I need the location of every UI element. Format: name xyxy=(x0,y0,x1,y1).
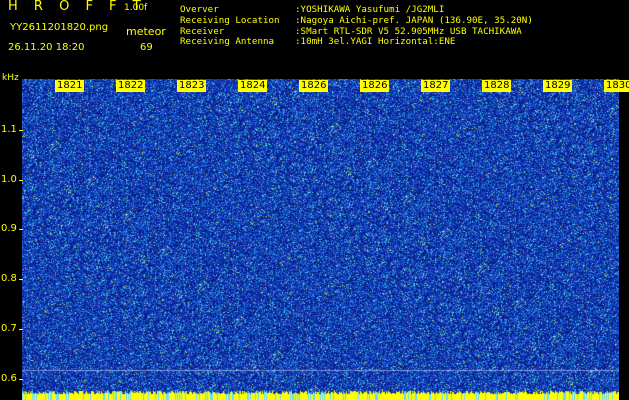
y-tick-label: 0.8 xyxy=(1,273,17,284)
y-tick-mark xyxy=(19,180,23,181)
meteor-label: meteor xyxy=(126,25,166,38)
y-tick-label: 0.7 xyxy=(1,323,17,334)
meteor-count: 69 xyxy=(140,42,153,53)
x-tick-label: 1829 xyxy=(543,80,573,92)
station-info: Overver :YOSHIKAWA Yasufumi /JG2MLI Rece… xyxy=(180,4,533,48)
y-tick-label: 1.0 xyxy=(1,174,17,185)
x-tick-label: 1830 xyxy=(604,80,629,92)
y-tick-label: 1.1 xyxy=(1,124,17,135)
y-tick-mark xyxy=(19,229,23,230)
x-tick-label: 1823 xyxy=(177,80,207,92)
info-value: :10mH 3el.YAGI Horizontal:ENE xyxy=(295,36,456,48)
y-tick-mark xyxy=(19,279,23,280)
y-tick-mark xyxy=(19,130,23,131)
info-row-location: Receiving Location :Nagoya Aichi-pref. J… xyxy=(180,14,533,27)
info-value: :Nagoya Aichi-pref. JAPAN (136.90E, 35.2… xyxy=(295,14,533,26)
version-label: 1.00f xyxy=(124,3,148,13)
x-tick-label: 1826 xyxy=(360,80,390,92)
x-tick-label: 1822 xyxy=(116,80,146,92)
x-tick-label: 1821 xyxy=(55,80,85,92)
info-key: Receiving Antenna xyxy=(180,36,275,48)
y-tick-mark xyxy=(19,329,23,330)
x-tick-label: 1824 xyxy=(238,80,268,92)
y-tick-label: 0.9 xyxy=(1,223,17,234)
info-row-antenna: Receiving Antenna :10mH 3el.YAGI Horizon… xyxy=(180,37,533,48)
x-tick-label: 1828 xyxy=(482,80,512,92)
y-tick-mark xyxy=(19,379,23,380)
filename-label: YY2611201820.png xyxy=(10,22,109,33)
x-tick-label: 1827 xyxy=(421,80,451,92)
frequency-unit-label: kHz xyxy=(2,73,19,83)
x-tick-label: 1826 xyxy=(299,80,329,92)
spectrogram xyxy=(22,79,619,400)
info-key: Receiving Location xyxy=(180,14,280,26)
datetime-label: 26.11.20 18:20 xyxy=(8,42,85,53)
y-tick-label: 0.6 xyxy=(1,373,17,384)
